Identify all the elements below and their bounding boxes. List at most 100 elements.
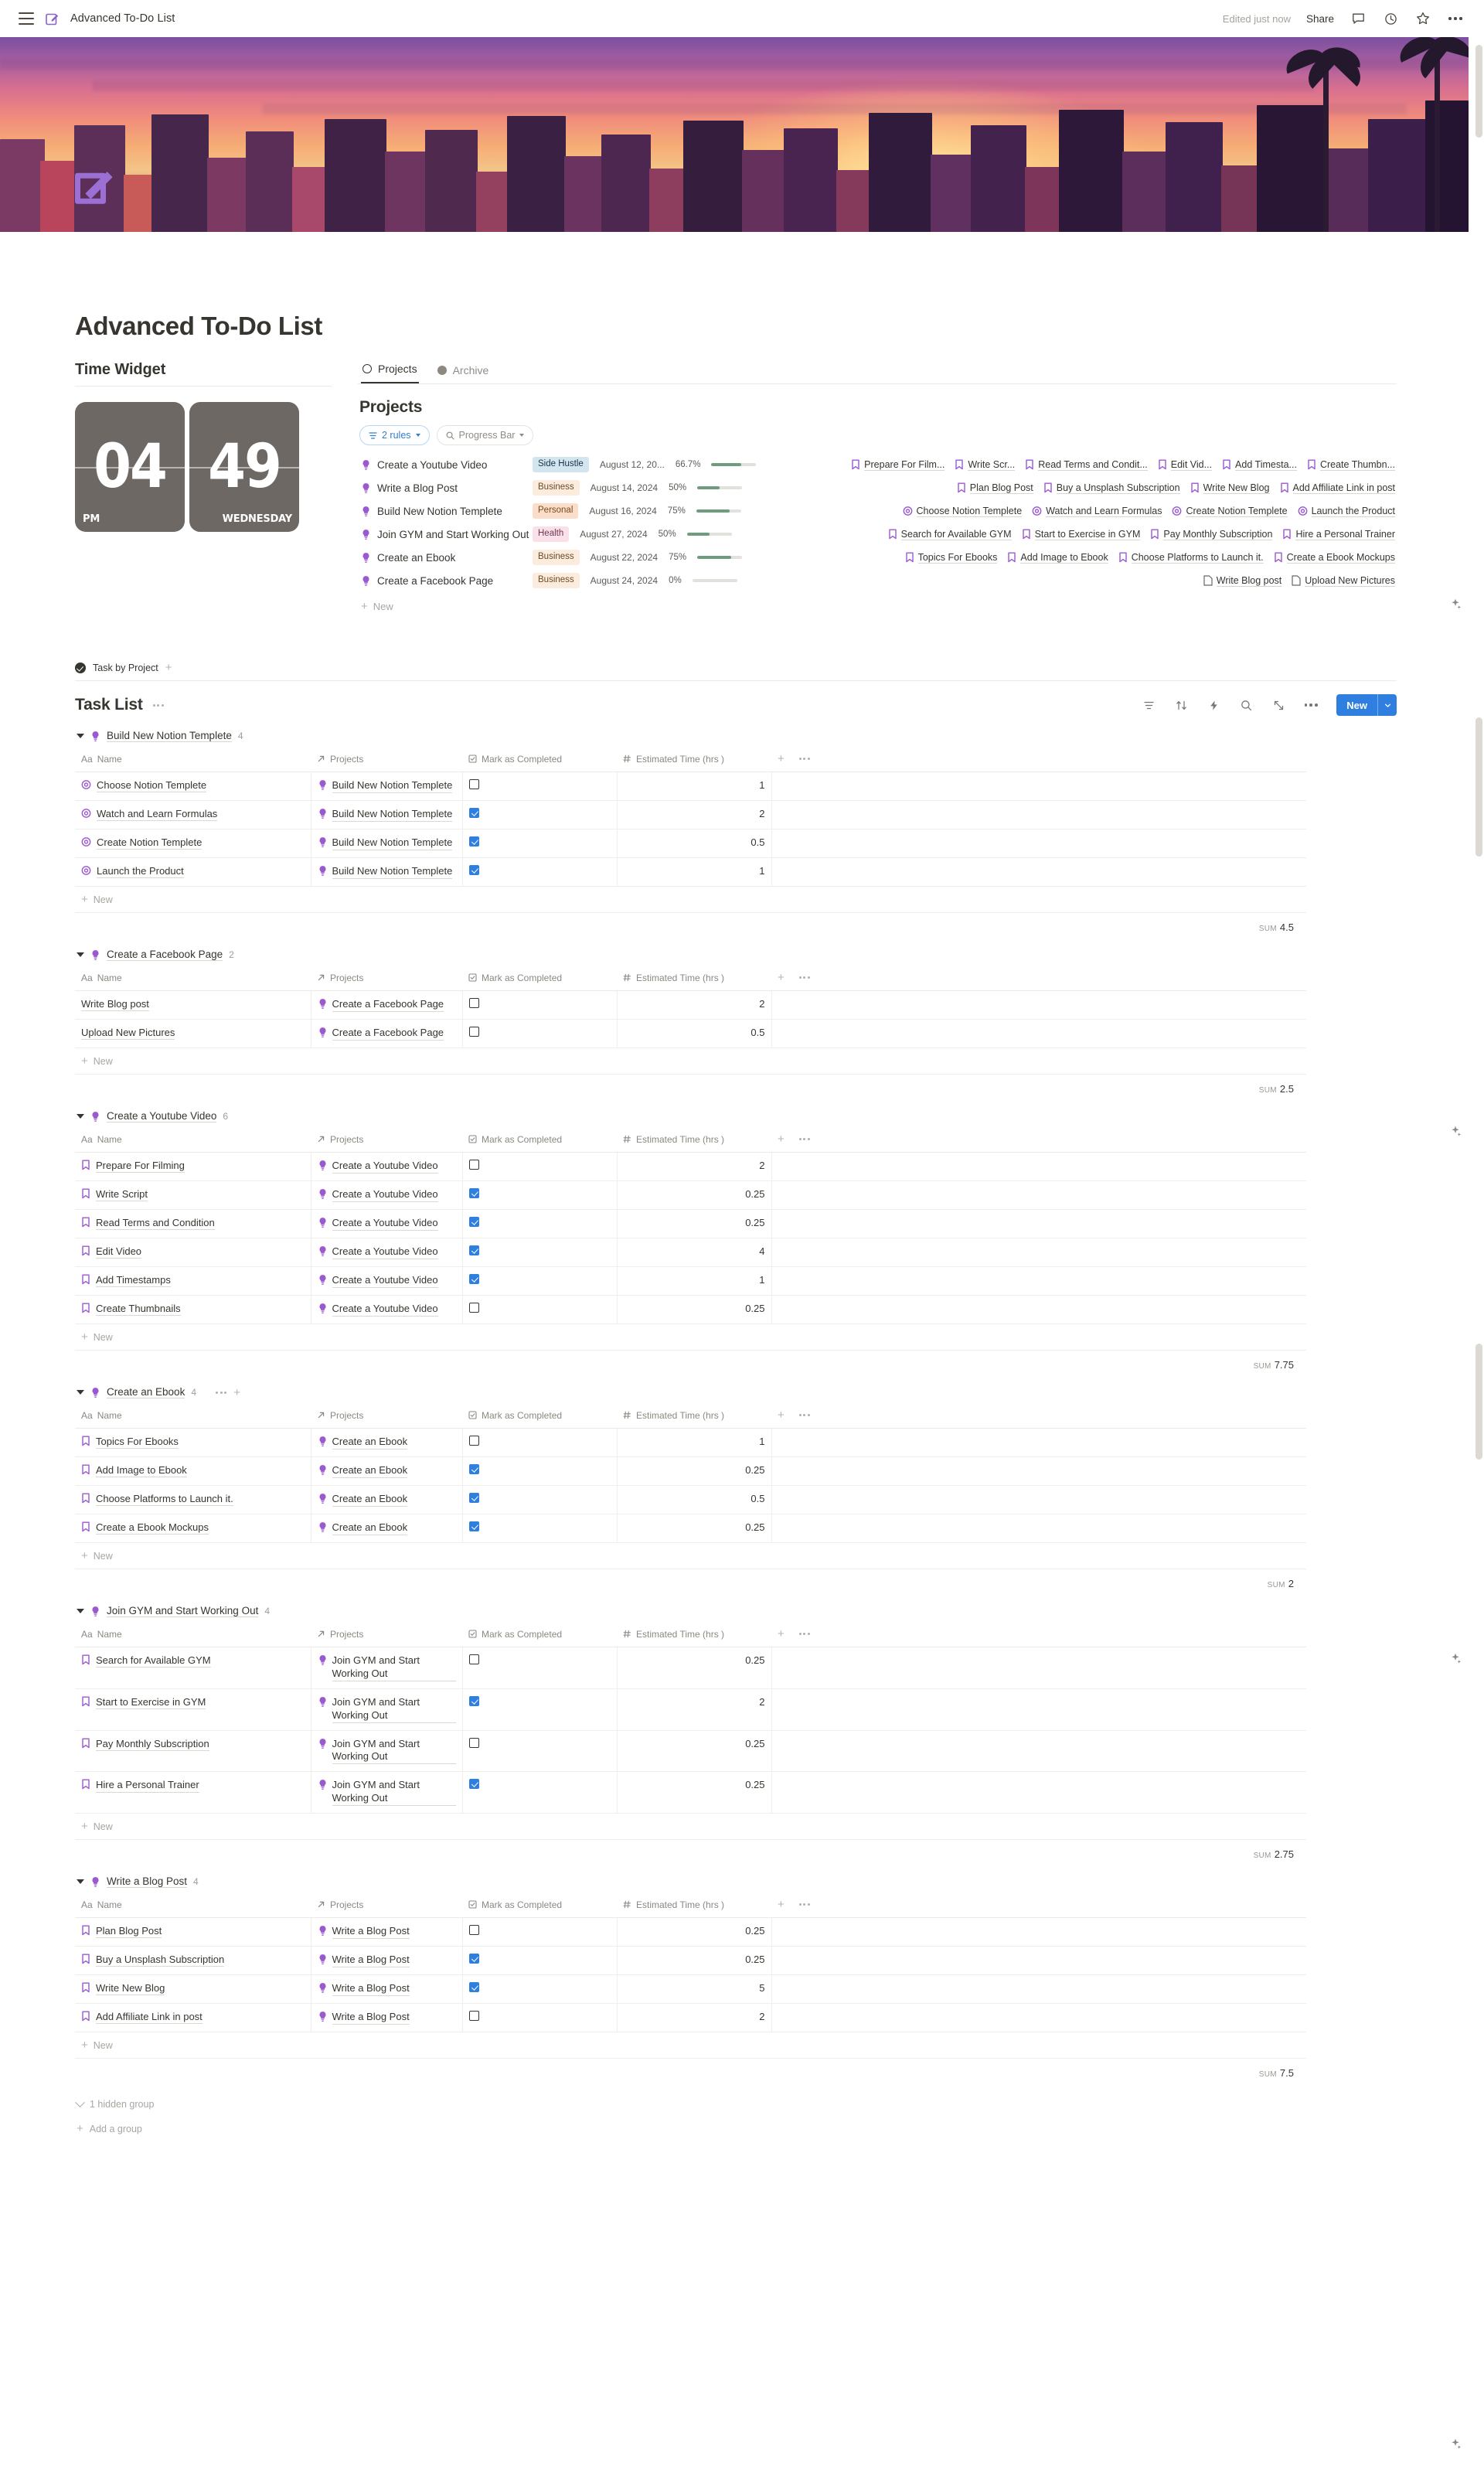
- col-projects[interactable]: Projects: [311, 969, 462, 991]
- col-projects[interactable]: Projects: [311, 1625, 462, 1647]
- projects-new-row[interactable]: + New: [358, 601, 1397, 612]
- more-options-icon[interactable]: [798, 1138, 810, 1140]
- add-view-icon[interactable]: +: [165, 662, 172, 673]
- add-group-button[interactable]: + Add a group: [77, 2123, 1397, 2134]
- cell-completed[interactable]: [462, 829, 618, 858]
- col-projects[interactable]: Projects: [311, 1406, 462, 1429]
- completed-checkbox[interactable]: [468, 836, 479, 847]
- table-row[interactable]: Plan Blog Post Write a Blog Post 0.25: [75, 1917, 1306, 1947]
- cell-completed[interactable]: [462, 1514, 618, 1543]
- completed-checkbox[interactable]: [468, 1925, 479, 1936]
- task-chip[interactable]: Write New Blog: [1190, 482, 1270, 494]
- task-chip[interactable]: Start to Exercise in GYM: [1022, 529, 1141, 540]
- col-add[interactable]: +: [771, 1896, 1306, 1919]
- task-chip[interactable]: Upload New Pictures: [1292, 575, 1395, 587]
- more-options-icon[interactable]: [216, 1391, 227, 1394]
- plus-icon[interactable]: +: [778, 1628, 785, 1640]
- project-row[interactable]: Create a Facebook Page Business August 24,…: [358, 569, 1397, 592]
- star-icon[interactable]: [1414, 10, 1431, 27]
- ai-assist-button-2[interactable]: [1447, 1122, 1464, 1140]
- cell-name[interactable]: Watch and Learn Formulas: [75, 800, 311, 830]
- cell-name[interactable]: Write Blog post: [75, 990, 311, 1020]
- cell-completed[interactable]: [462, 772, 618, 801]
- table-row[interactable]: Hire a Personal Trainer Join GYM and Star…: [75, 1771, 1306, 1814]
- task-chip[interactable]: Hire a Personal Trainer: [1282, 529, 1395, 540]
- cell-name[interactable]: Plan Blog Post: [75, 1917, 311, 1947]
- cell-project[interactable]: Create a Youtube Video: [311, 1209, 463, 1238]
- cell-project[interactable]: Join GYM and Start Working Out: [311, 1688, 463, 1731]
- project-row[interactable]: Join GYM and Start Working Out Health Augu…: [358, 523, 1397, 546]
- automation-icon[interactable]: [1207, 698, 1220, 712]
- cell-hours[interactable]: 0.25: [617, 1730, 772, 1773]
- more-options-icon[interactable]: [798, 758, 810, 760]
- table-row[interactable]: Create Thumbnails Create a Youtube Video 0…: [75, 1295, 1306, 1324]
- completed-checkbox[interactable]: [468, 1779, 479, 1790]
- more-options-icon[interactable]: [152, 703, 164, 707]
- cell-name[interactable]: Choose Platforms to Launch it.: [75, 1485, 311, 1514]
- share-button[interactable]: Share: [1306, 13, 1334, 25]
- cell-completed[interactable]: [462, 1152, 618, 1181]
- project-name-label[interactable]: Write a Blog Post: [377, 482, 458, 494]
- completed-checkbox[interactable]: [468, 1303, 479, 1313]
- completed-checkbox[interactable]: [468, 1654, 479, 1664]
- table-row[interactable]: Topics For Ebooks Create an Ebook 1: [75, 1428, 1306, 1457]
- project-name-label[interactable]: Join GYM and Start Working Out: [377, 529, 529, 540]
- cell-completed[interactable]: [462, 1019, 618, 1048]
- cell-project[interactable]: Build New Notion Templete: [311, 857, 463, 887]
- completed-checkbox[interactable]: [468, 808, 479, 818]
- task-chip[interactable]: Buy a Unsplash Subscription: [1043, 482, 1180, 494]
- cell-hours[interactable]: 5: [617, 1974, 772, 2005]
- cell-name[interactable]: Read Terms and Condition: [75, 1209, 311, 1238]
- cell-hours[interactable]: 0.25: [617, 1771, 772, 1814]
- page-scrollbar[interactable]: [1475, 37, 1482, 2480]
- task-chip[interactable]: Create Notion Templete: [1172, 506, 1288, 517]
- task-chip[interactable]: Add Affiliate Link in post: [1280, 482, 1395, 494]
- cell-hours[interactable]: 0.25: [617, 1946, 772, 1976]
- project-row[interactable]: Build New Notion Templete Personal August …: [358, 499, 1397, 523]
- table-row[interactable]: Create a Ebook Mockups Create an Ebook 0.2…: [75, 1514, 1306, 1543]
- cell-project[interactable]: Join GYM and Start Working Out: [311, 1647, 463, 1689]
- cell-name[interactable]: Pay Monthly Subscription: [75, 1730, 311, 1773]
- collapse-triangle-icon[interactable]: [77, 1879, 84, 1885]
- cell-completed[interactable]: [462, 800, 618, 830]
- col-name[interactable]: Aa Name: [75, 969, 311, 991]
- table-new-row[interactable]: + New: [75, 2032, 1306, 2059]
- task-group-name[interactable]: Join GYM and Start Working Out: [107, 1605, 259, 1617]
- cell-hours[interactable]: 0.25: [617, 1456, 772, 1486]
- sort-icon[interactable]: [1174, 698, 1188, 712]
- plus-icon[interactable]: +: [778, 972, 785, 983]
- filter-rules-button[interactable]: 2 rules: [359, 425, 430, 445]
- completed-checkbox[interactable]: [468, 1160, 479, 1170]
- more-options-icon[interactable]: [1447, 10, 1464, 27]
- project-row[interactable]: Write a Blog Post Business August 14, 2024…: [358, 476, 1397, 499]
- table-row[interactable]: Read Terms and Condition Create a Youtube…: [75, 1209, 1306, 1238]
- breadcrumb[interactable]: Advanced To-Do List: [70, 12, 175, 25]
- project-name-label[interactable]: Create an Ebook: [377, 552, 455, 564]
- cell-project[interactable]: Create an Ebook: [311, 1428, 463, 1457]
- filter-icon[interactable]: [1142, 698, 1156, 712]
- menu-icon[interactable]: [19, 12, 34, 25]
- cell-hours[interactable]: 0.5: [617, 829, 772, 858]
- task-chip[interactable]: Search for Available GYM: [888, 529, 1012, 540]
- cell-project[interactable]: Create a Youtube Video: [311, 1295, 463, 1324]
- cell-name[interactable]: Add Timestamps: [75, 1266, 311, 1296]
- more-options-icon[interactable]: [798, 1414, 810, 1416]
- completed-checkbox[interactable]: [468, 998, 479, 1008]
- table-row[interactable]: Create Notion Templete Build New Notion T…: [75, 829, 1306, 858]
- cell-project[interactable]: Create an Ebook: [311, 1456, 463, 1486]
- collapse-triangle-icon[interactable]: [77, 952, 84, 957]
- cell-hours[interactable]: 4: [617, 1238, 772, 1267]
- cell-project[interactable]: Create a Youtube Video: [311, 1152, 463, 1181]
- cell-completed[interactable]: [462, 857, 618, 887]
- history-icon[interactable]: [1382, 10, 1399, 27]
- cell-hours[interactable]: 1: [617, 857, 772, 887]
- completed-checkbox[interactable]: [468, 865, 479, 875]
- task-chip[interactable]: Choose Platforms to Launch it.: [1118, 552, 1264, 564]
- col-estimated-time[interactable]: Estimated Time (hrs ): [617, 969, 771, 991]
- cell-project[interactable]: Create a Youtube Video: [311, 1238, 463, 1267]
- col-add[interactable]: +: [771, 1625, 1306, 1647]
- task-chip[interactable]: Add Timesta...: [1222, 459, 1297, 471]
- cell-completed[interactable]: [462, 1647, 618, 1689]
- task-list-breadcrumb-label[interactable]: Task by Project: [93, 663, 158, 673]
- task-chip[interactable]: Edit Vid...: [1158, 459, 1213, 471]
